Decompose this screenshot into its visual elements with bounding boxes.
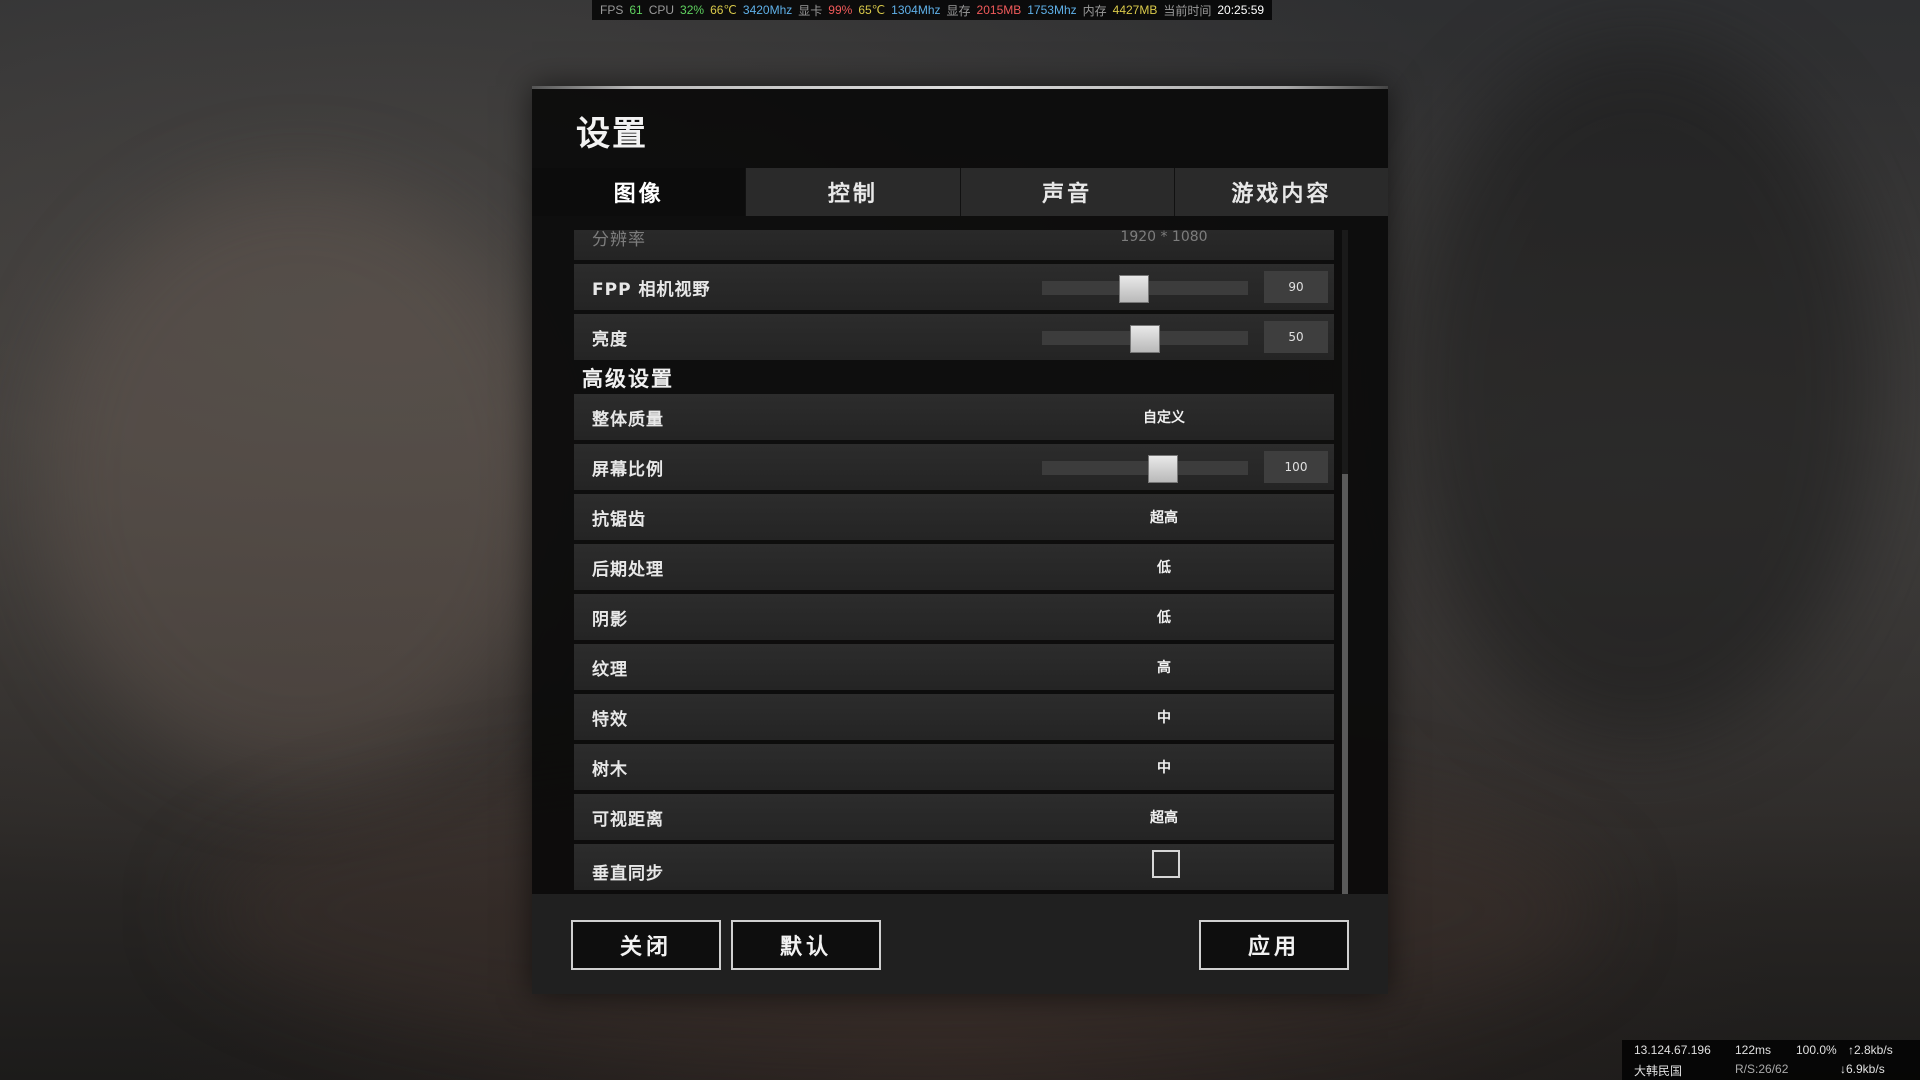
view-distance-value[interactable]: 超高 [1104,794,1224,840]
gpu-clock: 1304Mhz [891,3,941,17]
setting-label: 树木 [592,759,628,780]
gpu-temp: 65℃ [858,3,886,17]
fps-value: 61 [629,3,643,17]
upload-rate: ↑2.8kb/s [1848,1043,1893,1057]
settings-panel: 设置 图像 控制 声音 游戏内容 分辨率 1920 * 1080 FPP 相机视… [532,86,1388,994]
page-title: 设置 [576,114,648,154]
setting-row-anti-aliasing[interactable]: 抗锯齿 超高 [574,494,1334,540]
setting-label: 纹理 [592,659,628,680]
shadows-value[interactable]: 低 [1104,594,1224,640]
effects-value[interactable]: 中 [1104,694,1224,740]
brightness-value-input[interactable]: 50 [1264,321,1328,353]
ram-label: 内存 [1082,3,1107,18]
gpu-label: 显卡 [798,3,823,18]
tab-gameplay[interactable]: 游戏内容 [1173,168,1388,216]
default-button[interactable]: 默认 [731,920,881,970]
performance-overlay: FPS 61 CPU 32% 66℃ 3420Mhz 显卡 99% 65℃ 13… [592,0,1273,20]
ping: 122ms [1735,1043,1772,1057]
ram-used: 4427MB [1112,3,1158,17]
setting-label: 分辨率 [592,230,646,250]
setting-row-overall-quality[interactable]: 整体质量 自定义 [574,394,1334,440]
setting-label: 抗锯齿 [592,509,646,530]
setting-label: 整体质量 [592,409,664,430]
rs-count: R/S:26/62 [1735,1062,1789,1076]
gpu-usage: 99% [828,3,853,17]
apply-button[interactable]: 应用 [1199,920,1349,970]
setting-label: 特效 [592,709,628,730]
scrollbar-thumb[interactable] [1342,474,1348,904]
server-region: 大韩民国 [1634,1064,1683,1078]
setting-label: 屏幕比例 [592,459,664,480]
cpu-label: CPU [648,3,675,17]
advanced-settings-header: 高级设置 [582,367,674,391]
tab-controls[interactable]: 控制 [745,168,960,216]
resolution-value[interactable]: 1920 * 1080 [1104,230,1224,260]
setting-row-brightness: 亮度 50 [574,314,1334,360]
server-ip: 13.124.67.196 [1634,1043,1711,1057]
screen-scale-slider[interactable] [1042,455,1248,483]
cpu-temp: 66℃ [710,3,737,17]
tab-sound[interactable]: 声音 [959,168,1174,216]
setting-row-vsync[interactable]: 垂直同步 [574,844,1334,890]
vsync-checkbox[interactable] [1152,850,1180,878]
textures-value[interactable]: 高 [1104,644,1224,690]
vram-used: 2015MB [976,3,1022,17]
current-time: 20:25:59 [1217,3,1265,17]
brightness-slider-thumb[interactable] [1130,325,1160,353]
time-label: 当前时间 [1163,3,1212,18]
foliage-value[interactable]: 中 [1104,744,1224,790]
setting-label: 后期处理 [592,559,664,580]
brightness-slider[interactable] [1042,325,1248,353]
background-scene-right [1400,40,1880,740]
background-scene [40,180,560,780]
setting-row-textures[interactable]: 纹理 高 [574,644,1334,690]
vram-clock: 1753Mhz [1027,3,1077,17]
screen-scale-value-input[interactable]: 100 [1264,451,1328,483]
setting-row-fov: FPP 相机视野 90 [574,264,1334,310]
fov-slider-thumb[interactable] [1119,275,1149,303]
setting-label: 可视距离 [592,809,664,830]
cpu-clock: 3420Mhz [742,3,793,17]
setting-label: 亮度 [592,329,628,350]
post-processing-value[interactable]: 低 [1104,544,1224,590]
cpu-usage: 32% [680,3,705,17]
setting-row-view-distance[interactable]: 可视距离 超高 [574,794,1334,840]
fov-value-input[interactable]: 90 [1264,271,1328,303]
setting-row-effects[interactable]: 特效 中 [574,694,1334,740]
settings-footer: 关闭 默认 应用 [532,894,1388,994]
fps-label: FPS [600,3,624,17]
fov-slider[interactable] [1042,275,1248,303]
setting-label: 垂直同步 [592,864,664,884]
setting-row-post-processing[interactable]: 后期处理 低 [574,544,1334,590]
setting-label: 阴影 [592,609,628,630]
tab-graphics[interactable]: 图像 [532,168,746,216]
setting-row-screen-scale: 屏幕比例 100 [574,444,1334,490]
download-rate: ↓6.9kb/s [1840,1062,1885,1076]
setting-row-resolution[interactable]: 分辨率 1920 * 1080 [574,230,1334,260]
setting-label: FPP 相机视野 [592,279,711,300]
panel-top-border [532,86,1388,89]
close-button[interactable]: 关闭 [571,920,721,970]
anti-aliasing-value[interactable]: 超高 [1104,494,1224,540]
screen-scale-slider-thumb[interactable] [1148,455,1178,483]
network-overlay: 13.124.67.196 122ms 100.0% ↑2.8kb/s 大韩民国… [1622,1040,1920,1080]
setting-row-foliage[interactable]: 树木 中 [574,744,1334,790]
settings-scrollbar[interactable] [1342,230,1348,950]
overall-quality-value[interactable]: 自定义 [1104,394,1224,440]
vram-label: 显存 [946,3,971,18]
settings-tabs: 图像 控制 声音 游戏内容 [532,168,1388,216]
setting-row-shadows[interactable]: 阴影 低 [574,594,1334,640]
packet-percent: 100.0% [1796,1043,1837,1057]
settings-list: 分辨率 1920 * 1080 FPP 相机视野 90 亮度 50 高级设置 整… [574,230,1334,950]
